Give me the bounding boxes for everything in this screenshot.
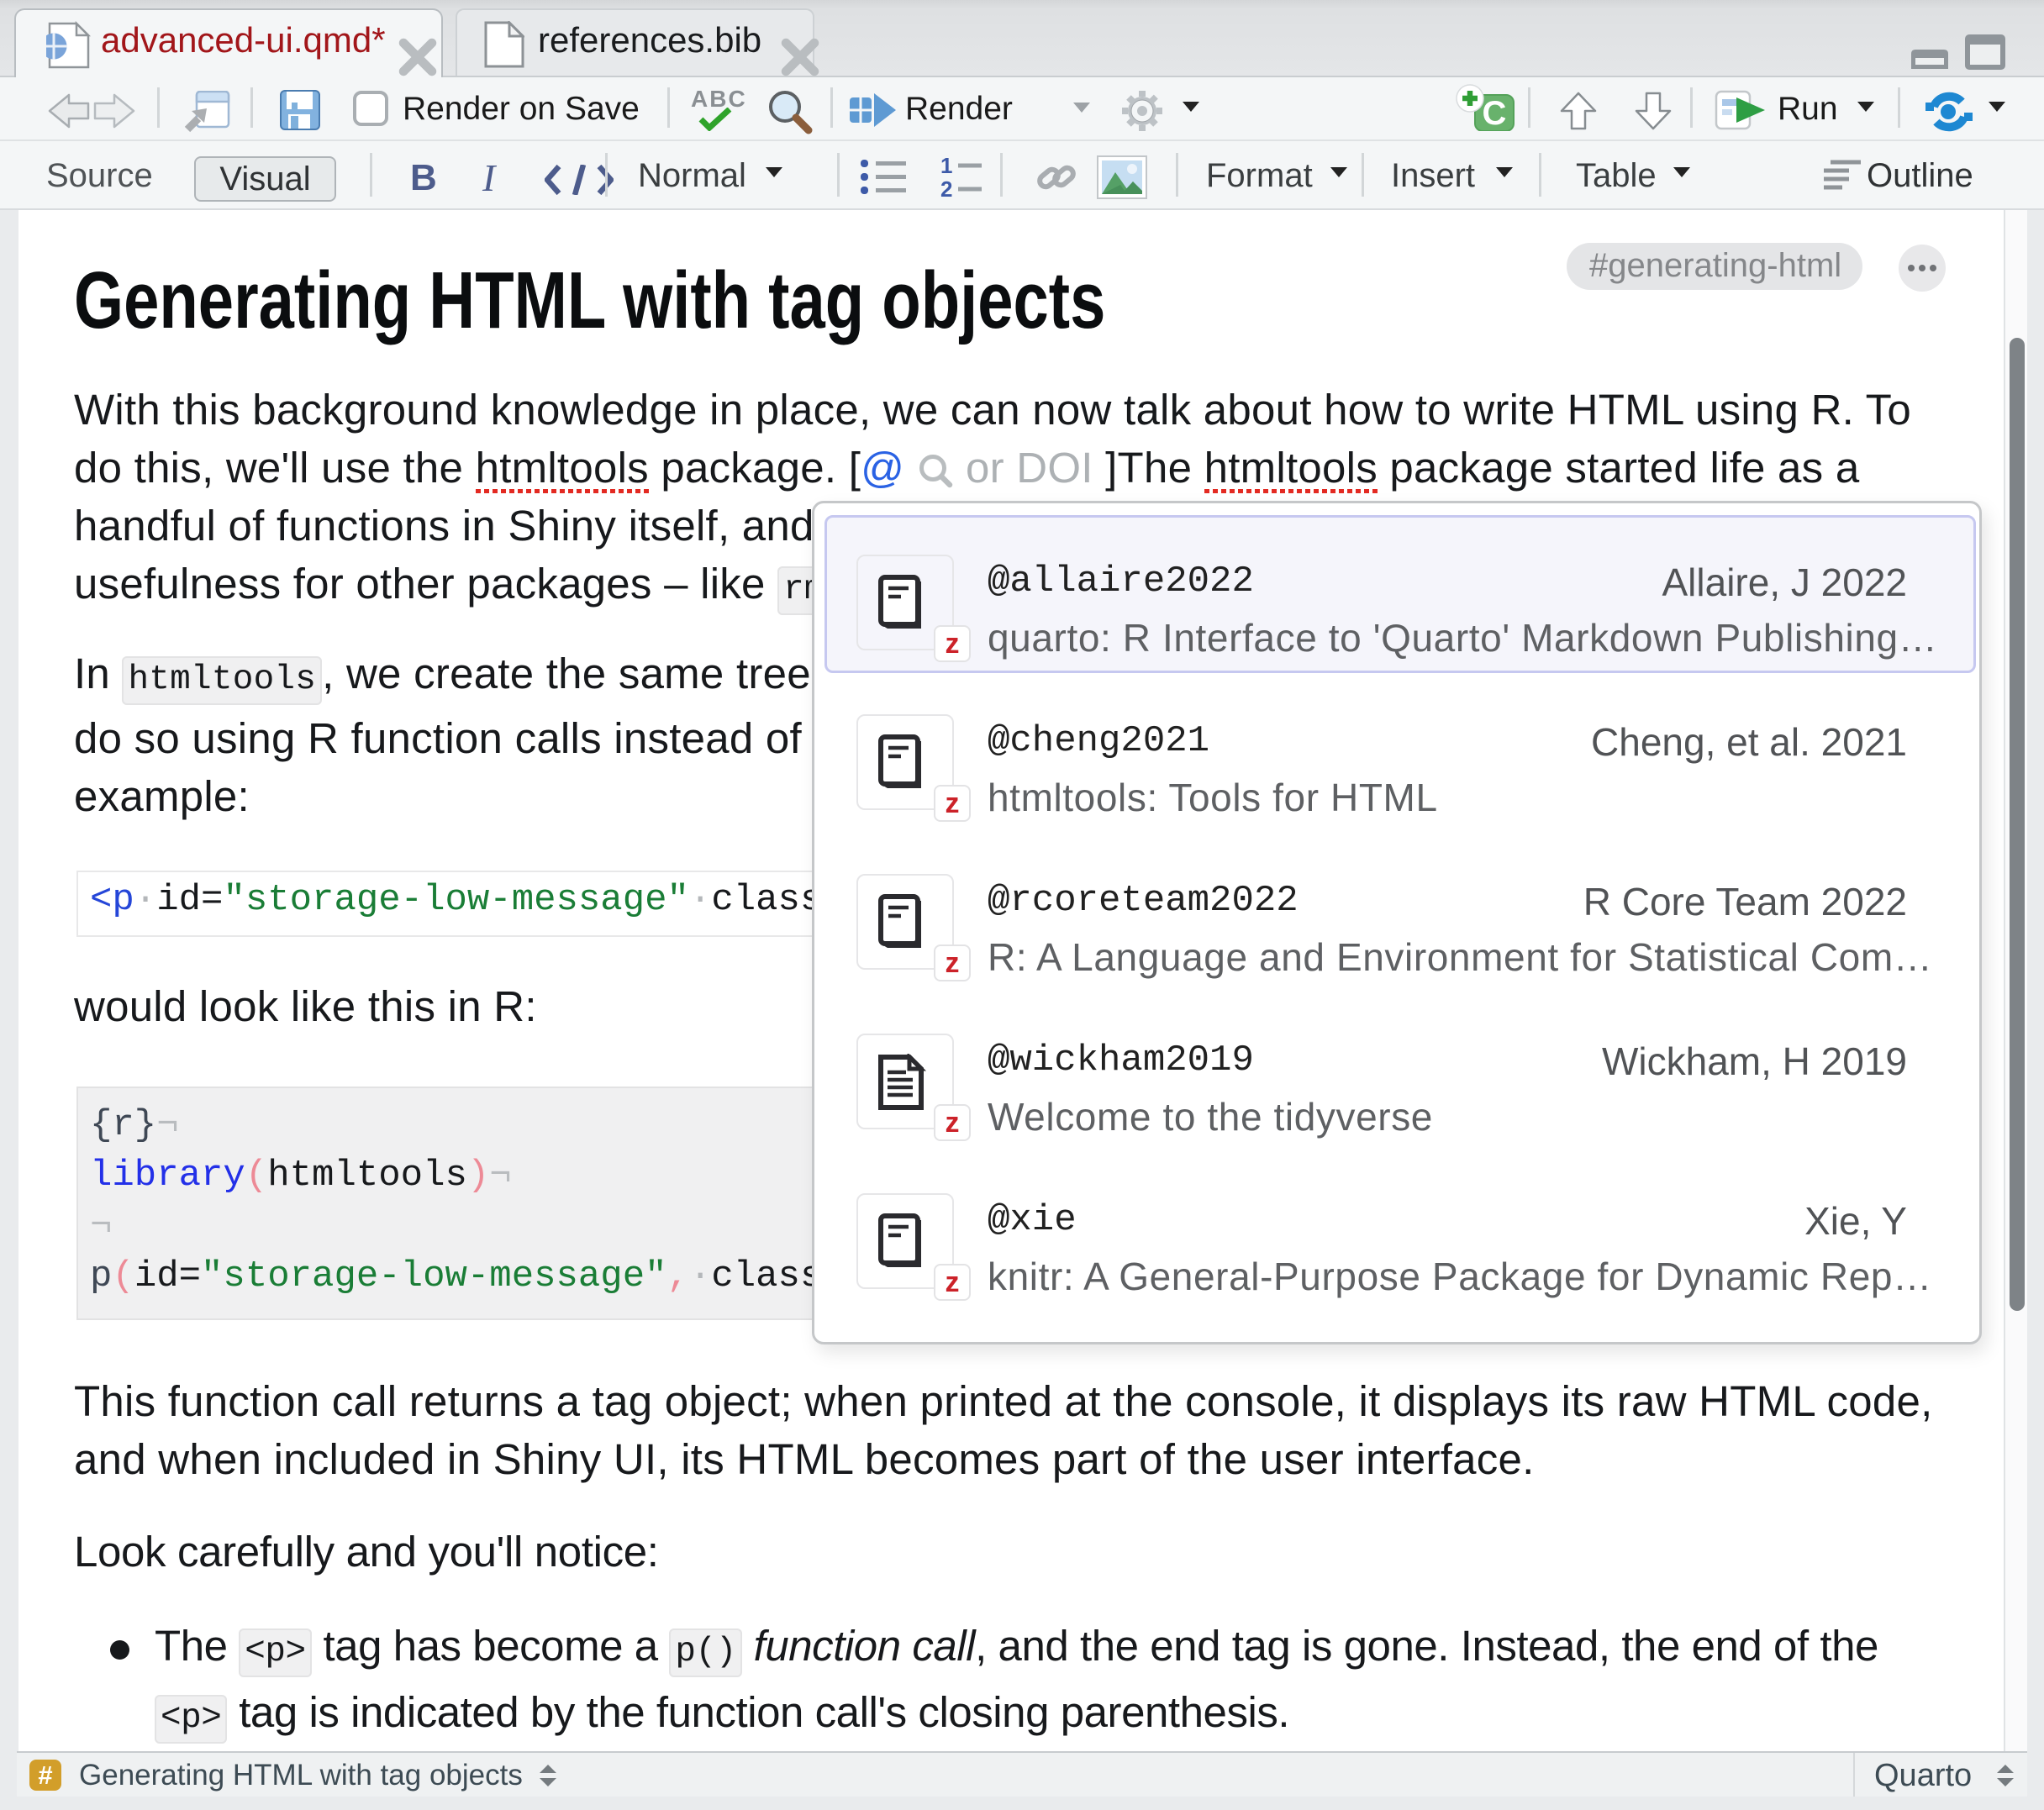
svg-text:2: 2: [940, 176, 952, 198]
svg-text:1: 1: [940, 156, 952, 178]
svg-text:C: C: [1483, 95, 1507, 131]
